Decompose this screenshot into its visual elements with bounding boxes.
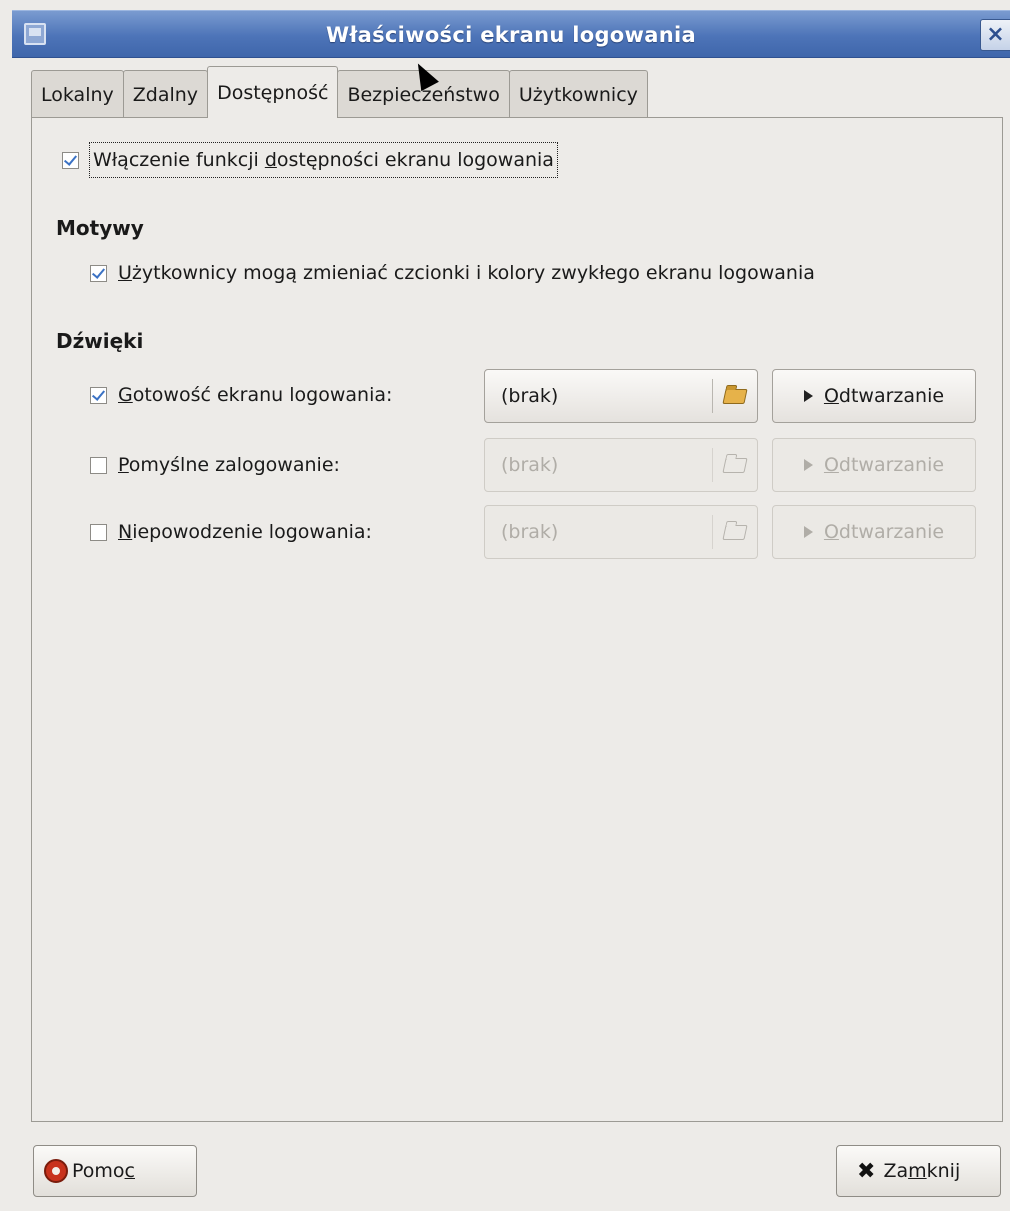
checkbox-label: Pomyślne zalogowanie:	[118, 454, 340, 476]
close-button[interactable]: ✖ Zamknij	[836, 1145, 1001, 1197]
help-label: Pomoc	[72, 1160, 135, 1182]
themes-heading: Motywy	[56, 216, 144, 240]
file-value: (brak)	[501, 454, 559, 476]
play-label: Odtwarzanie	[823, 454, 945, 476]
sound-failure-play-button: Odtwarzanie	[772, 505, 976, 559]
help-button[interactable]: Pomoc	[33, 1145, 197, 1197]
file-value: (brak)	[501, 385, 559, 407]
tab-bar: Lokalny Zdalny Dostępność Bezpieczeństwo…	[31, 66, 648, 118]
checkbox-label: Niepowodzenie logowania:	[118, 521, 372, 543]
sound-success-file-chooser: (brak)	[484, 438, 758, 492]
sound-failure-checkbox[interactable]: Niepowodzenie logowania:	[90, 521, 372, 543]
window-close-button[interactable]: ×	[980, 19, 1010, 51]
play-icon	[803, 459, 813, 471]
checkbox-box[interactable]	[62, 151, 79, 169]
file-value: (brak)	[501, 521, 559, 543]
checkbox-box[interactable]	[90, 456, 107, 474]
sound-ready-file-chooser[interactable]: (brak)	[484, 369, 758, 423]
checkbox-box[interactable]	[90, 264, 107, 282]
checkbox-label: Gotowość ekranu logowania:	[118, 384, 393, 406]
checkbox-box[interactable]	[90, 386, 107, 404]
sound-failure-file-chooser: (brak)	[484, 505, 758, 559]
close-label: Zamknij	[883, 1160, 961, 1182]
close-x-icon: ✖	[857, 1158, 876, 1184]
checkbox-label: Użytkownicy mogą zmieniać czcionki i kol…	[118, 262, 815, 284]
tab-lokalny[interactable]: Lokalny	[31, 70, 124, 118]
checkbox-label: Włączenie funkcji dostępności ekranu log…	[89, 142, 558, 178]
folder-open-icon	[722, 457, 748, 473]
sound-ready-checkbox[interactable]: Gotowość ekranu logowania:	[90, 384, 392, 406]
tab-uzytkownicy[interactable]: Użytkownicy	[508, 70, 648, 118]
title-bar: Właściwości ekranu logowania ×	[12, 10, 1010, 58]
play-icon	[803, 526, 813, 538]
lifebuoy-icon	[44, 1159, 68, 1183]
tab-dostepnosc[interactable]: Dostępność	[207, 66, 339, 118]
tab-zdalny[interactable]: Zdalny	[122, 70, 209, 118]
sound-ready-play-button[interactable]: Odtwarzanie	[772, 369, 976, 423]
play-label: Odtwarzanie	[823, 385, 945, 407]
users-change-fonts-checkbox[interactable]: Użytkownicy mogą zmieniać czcionki i kol…	[90, 262, 815, 284]
sound-success-play-button: Odtwarzanie	[772, 438, 976, 492]
play-icon	[803, 390, 813, 402]
checkbox-box[interactable]	[90, 523, 107, 541]
play-label: Odtwarzanie	[823, 521, 945, 543]
window-title: Właściwości ekranu logowania	[326, 23, 696, 47]
sounds-heading: Dźwięki	[56, 329, 144, 353]
folder-open-icon	[722, 388, 748, 404]
folder-open-icon	[722, 524, 748, 540]
enable-accessibility-checkbox[interactable]: Włączenie funkcji dostępności ekranu log…	[62, 142, 558, 178]
sound-success-checkbox[interactable]: Pomyślne zalogowanie:	[90, 454, 340, 476]
